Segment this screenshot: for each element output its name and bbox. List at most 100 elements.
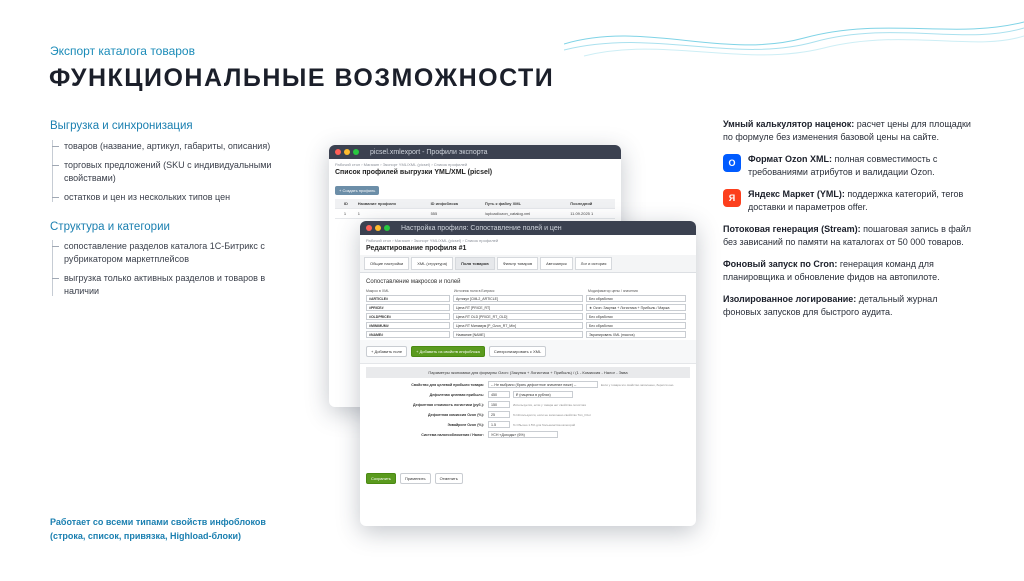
- mapping-row: #PRICE# Цена RT [PRICE_RT] ★ Ozon: Закуп…: [366, 304, 690, 311]
- tab-general[interactable]: Общие настройки: [364, 257, 410, 270]
- source-field-select[interactable]: Цена RT [PRICE_RT]: [453, 304, 583, 311]
- macro-input[interactable]: #PRICE#: [366, 304, 450, 311]
- form-label: Дефолтная стоимость логистики (руб.):: [412, 402, 484, 407]
- form-label: Эквайринг Ozon (%):: [447, 422, 484, 427]
- feature-ozon-xml: O Формат Ozon XML: полная совместимость …: [723, 153, 978, 179]
- close-dot-icon: [366, 225, 372, 231]
- form-row: Эквайринг Ozon (%): 1.5 % Обычно 1.5% дл…: [366, 421, 690, 428]
- breadcrumb: Рабочий стол › Магазин › Экспорт YML/XML…: [335, 162, 468, 167]
- yandex-logo-icon: Я: [723, 189, 741, 207]
- mapping-row: #ARTICLE# Артикул [CML2_ARTICLE] Без обр…: [366, 295, 690, 302]
- form-row: Система налогообложения / Налог: УСН «До…: [366, 431, 690, 438]
- table-header: Путь к файлу XML: [482, 199, 569, 209]
- add-field-button[interactable]: + Добавить поле: [366, 346, 408, 357]
- mapping-actions: + Добавить поле + Добавить из свойств ин…: [360, 340, 696, 364]
- form-hint: % Обычно 1.5% для большинства категорий: [513, 422, 576, 427]
- decorative-waves: [564, 21, 1024, 57]
- form-hint: Используется, если у товара нет свойства…: [513, 402, 587, 407]
- form-row: Свойство для целевой прибыли товара: -- …: [366, 381, 690, 388]
- column-header: Источник поля в Битрикс: [454, 289, 495, 293]
- modifier-select[interactable]: Без обработки: [586, 322, 686, 329]
- window-title: Настройка профиля: Сопоставление полей и…: [401, 224, 562, 232]
- macro-input[interactable]: #NAME#: [366, 331, 450, 338]
- ozon-logo-icon: O: [723, 154, 741, 172]
- logistics-cost-input[interactable]: 150: [488, 401, 510, 408]
- modifier-select[interactable]: Экранировать XML (macros): [586, 331, 686, 338]
- form-hint: % Используется, если не заполнено свойст…: [513, 412, 592, 417]
- tab-log[interactable]: Лог и история: [574, 257, 613, 270]
- features-list: Умный калькулятор наценок: расчет цены д…: [723, 118, 978, 328]
- feature-title: Яндекс Маркет (YML):: [748, 189, 845, 199]
- minimize-dot-icon: [344, 149, 350, 155]
- feature-cron: Фоновый запуск по Cron: генерация команд…: [723, 258, 978, 284]
- add-from-iblock-button[interactable]: + Добавить из свойств инфоблока: [411, 346, 485, 357]
- form-label: Дефолтная комиссия Ozon (%):: [428, 412, 484, 417]
- form-label: Свойство для целевой прибыли товара:: [411, 382, 484, 387]
- table-row[interactable]: 1 1 555 /upload/ozon_catalog.xml 11.09.2…: [335, 208, 615, 219]
- cancel-button[interactable]: Отменить: [434, 473, 463, 484]
- mapping-row: #OLDPRICE# Цена RT OLD [PRICE_RT_OLD] Бе…: [366, 313, 690, 320]
- tab-product-filter[interactable]: Фильтр товаров: [496, 257, 539, 270]
- maximize-dot-icon: [384, 225, 390, 231]
- list-item: остатков и цен из нескольких типов цен: [52, 191, 292, 204]
- profit-unit-select[interactable]: ₽ (нацепка в рублях): [513, 391, 573, 398]
- window-titlebar: picsel.xmlexport - Профили экспорта: [329, 145, 621, 159]
- table-header: ID: [341, 199, 356, 209]
- minimize-dot-icon: [375, 225, 381, 231]
- modifier-select[interactable]: Без обработки: [586, 295, 686, 302]
- macro-input[interactable]: #ARTICLE#: [366, 295, 450, 302]
- modifier-select[interactable]: Без обработки: [586, 313, 686, 320]
- feature-markup-calculator: Умный калькулятор наценок: расчет цены д…: [723, 118, 978, 144]
- source-field-select[interactable]: Цена RT OLD [PRICE_RT_OLD]: [453, 313, 583, 320]
- table-header: [335, 199, 342, 209]
- page-subtitle: Экспорт каталога товаров: [50, 44, 195, 58]
- mapping-row: #MINIMUM# Цена RT Минимум [P_Ozon_RT_Min…: [366, 322, 690, 329]
- form-actions: Сохранить Применить Отменить: [366, 473, 467, 484]
- mapping-grid: Макрос в XML Источник поля в Битрикс Мод…: [366, 289, 690, 338]
- tax-system-select[interactable]: УСН «Доходы» (6%): [488, 431, 558, 438]
- window-title: picsel.xmlexport - Профили экспорта: [370, 148, 488, 156]
- profile-edit-window: Настройка профиля: Сопоставление полей и…: [360, 221, 696, 526]
- table-cell: [335, 208, 342, 219]
- list-item: сопоставление разделов каталога 1С-Битри…: [52, 240, 292, 266]
- default-profit-input[interactable]: 450: [488, 391, 510, 398]
- breadcrumb: Рабочий стол › Магазин › Экспорт YML/XML…: [366, 238, 499, 243]
- tab-product-fields[interactable]: Поля товаров: [455, 257, 495, 270]
- macro-input[interactable]: #MINIMUM#: [366, 322, 450, 329]
- sync-xml-button[interactable]: Синхронизировать с XML: [488, 346, 547, 357]
- feature-title: Фоновый запуск по Cron:: [723, 259, 838, 269]
- feature-title: Потоковая генерация (Stream):: [723, 224, 861, 234]
- profit-property-select[interactable]: -- Не выбрано (брать дефолтное значение …: [488, 381, 598, 388]
- tab-autorun[interactable]: Автозапуск: [540, 257, 573, 270]
- tab-bar: Общие настройки XML (структура) Поля тов…: [360, 255, 696, 273]
- add-profile-button[interactable]: + Создать профиль: [335, 186, 380, 195]
- close-dot-icon: [335, 149, 341, 155]
- macro-input[interactable]: #OLDPRICE#: [366, 313, 450, 320]
- list-item: выгрузка только активных разделов и това…: [52, 272, 292, 298]
- form-label: Система налогообложения / Налог:: [421, 432, 484, 437]
- table-cell: 1: [341, 208, 356, 219]
- source-field-select[interactable]: Цена RT Минимум [P_Ozon_RT_Min]: [453, 322, 583, 329]
- tab-xml-structure[interactable]: XML (структура): [411, 257, 454, 270]
- save-button[interactable]: Сохранить: [366, 473, 396, 484]
- mapping-header-row: Макрос в XML Источник поля в Битрикс Мод…: [366, 289, 690, 293]
- source-field-select[interactable]: Артикул [CML2_ARTICLE]: [453, 295, 583, 302]
- form-row: Дефолтная стоимость логистики (руб.): 15…: [366, 401, 690, 408]
- footnote: Работает со всеми типами свойств инфобло…: [50, 517, 266, 541]
- list-item: товаров (название, артикул, габариты, оп…: [52, 140, 292, 153]
- mapping-row: #NAME# Название [NAME] Экранировать XML …: [366, 331, 690, 338]
- apply-button[interactable]: Применить: [399, 473, 431, 484]
- section-title-structure: Структура и категории: [50, 221, 170, 233]
- table-header: Последний: [568, 199, 615, 209]
- column-header: Модификатор цены / значения: [588, 289, 638, 293]
- source-field-select[interactable]: Название [NAME]: [453, 331, 583, 338]
- form-hint: Если у товара это свойство заполнено, бе…: [601, 382, 675, 387]
- form-row: Дефолтная целевая прибыль: 450 ₽ (нацепк…: [366, 391, 690, 398]
- feature-title: Формат Ozon XML:: [748, 154, 833, 164]
- window-titlebar: Настройка профиля: Сопоставление полей и…: [360, 221, 696, 235]
- modifier-select[interactable]: ★ Ozon: Закупка + Логистика + Прибыль / …: [586, 304, 686, 311]
- acquiring-input[interactable]: 1.5: [488, 421, 510, 428]
- section-title-sync: Выгрузка и синхронизация: [50, 120, 193, 132]
- ozon-commission-input[interactable]: 25: [488, 411, 510, 418]
- feature-logging: Изолированное логирование: детальный жур…: [723, 293, 978, 319]
